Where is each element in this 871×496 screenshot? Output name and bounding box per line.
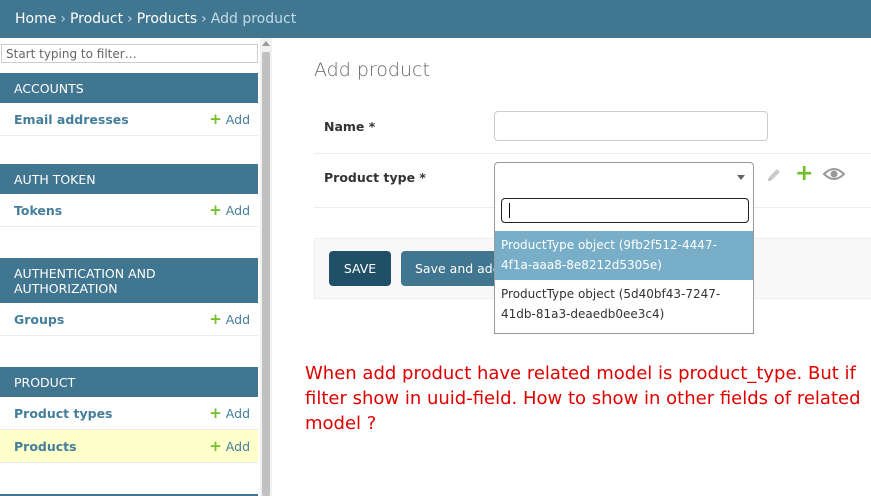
sidebar-item-tokens: Tokens + Add <box>0 194 258 227</box>
nav-sidebar: ACCOUNTS Email addresses + Add AUTH TOKE… <box>0 38 272 496</box>
eye-icon[interactable] <box>823 166 845 182</box>
module-caption-accounts[interactable]: ACCOUNTS <box>0 73 258 103</box>
scroll-up-arrow-icon[interactable] <box>262 41 270 46</box>
breadcrumb-current: Add product <box>210 11 297 27</box>
name-field[interactable] <box>494 111 768 141</box>
text-caret <box>509 203 510 218</box>
add-icon: + <box>209 436 222 455</box>
add-product-type-link[interactable]: + Add <box>209 403 250 422</box>
add-label: Add <box>225 202 250 218</box>
product-type-select[interactable] <box>494 162 754 193</box>
breadcrumb-model-link[interactable]: Products <box>137 11 197 27</box>
breadcrumb-separator: › <box>201 11 207 27</box>
breadcrumb-home-link[interactable]: Home <box>15 11 56 27</box>
add-icon: + <box>209 309 222 328</box>
dropdown-option[interactable]: ProductType object (5d40bf43-7247-41db-8… <box>495 280 753 329</box>
add-label: Add <box>225 311 250 327</box>
pencil-icon[interactable] <box>765 166 783 184</box>
sidebar-filter-input[interactable] <box>1 44 258 63</box>
breadcrumb-separator: › <box>60 11 66 27</box>
model-link-groups[interactable]: Groups <box>14 312 64 327</box>
model-link-product-types[interactable]: Product types <box>14 406 113 421</box>
add-label: Add <box>225 438 250 454</box>
dropdown-arrow-icon <box>737 175 745 180</box>
select2-dropdown: ProductType object (9fb2f512-4447-4f1a-a… <box>494 192 754 334</box>
add-label: Add <box>225 111 250 127</box>
breadcrumb-separator: › <box>127 11 133 27</box>
module-caption-auth-token[interactable]: AUTH TOKEN <box>0 164 258 194</box>
product-type-label: Product type * <box>324 170 426 185</box>
add-label: Add <box>225 405 250 421</box>
breadcrumbs: Home › Product › Products › Add product <box>0 0 871 38</box>
add-icon: + <box>209 200 222 219</box>
model-link-tokens[interactable]: Tokens <box>14 203 62 218</box>
add-icon: + <box>209 403 222 422</box>
module-caption-product[interactable]: PRODUCT <box>0 367 258 397</box>
add-email-address-link[interactable]: + Add <box>209 109 250 128</box>
add-token-link[interactable]: + Add <box>209 200 250 219</box>
dropdown-search-input[interactable] <box>501 198 749 223</box>
page-title: Add product <box>314 59 430 81</box>
sidebar-item-product-types: Product types + Add <box>0 397 258 430</box>
breadcrumb-app-link[interactable]: Product <box>70 11 123 27</box>
related-widget-icons: + <box>765 163 855 185</box>
add-group-link[interactable]: + Add <box>209 309 250 328</box>
annotation-text: When add product have related model is p… <box>305 363 861 434</box>
sidebar-item-email-addresses: Email addresses + Add <box>0 103 258 136</box>
sidebar-item-products: Products + Add <box>0 430 258 463</box>
sidebar-scroll-thumb[interactable] <box>262 52 270 496</box>
main-content: Add product Name * Product type * + SAVE… <box>272 38 871 496</box>
name-label: Name * <box>324 119 376 134</box>
model-link-email-addresses[interactable]: Email addresses <box>14 112 129 127</box>
add-product-link[interactable]: + Add <box>209 436 250 455</box>
plus-icon[interactable]: + <box>795 163 813 185</box>
save-button[interactable]: SAVE <box>329 251 391 286</box>
model-link-products[interactable]: Products <box>14 439 77 454</box>
add-icon: + <box>209 109 222 128</box>
dropdown-option[interactable]: ProductType object (9fb2f512-4447-4f1a-a… <box>495 231 753 280</box>
sidebar-item-groups: Groups + Add <box>0 303 258 336</box>
module-caption-authentication[interactable]: AUTHENTICATION AND AUTHORIZATION <box>0 258 258 303</box>
